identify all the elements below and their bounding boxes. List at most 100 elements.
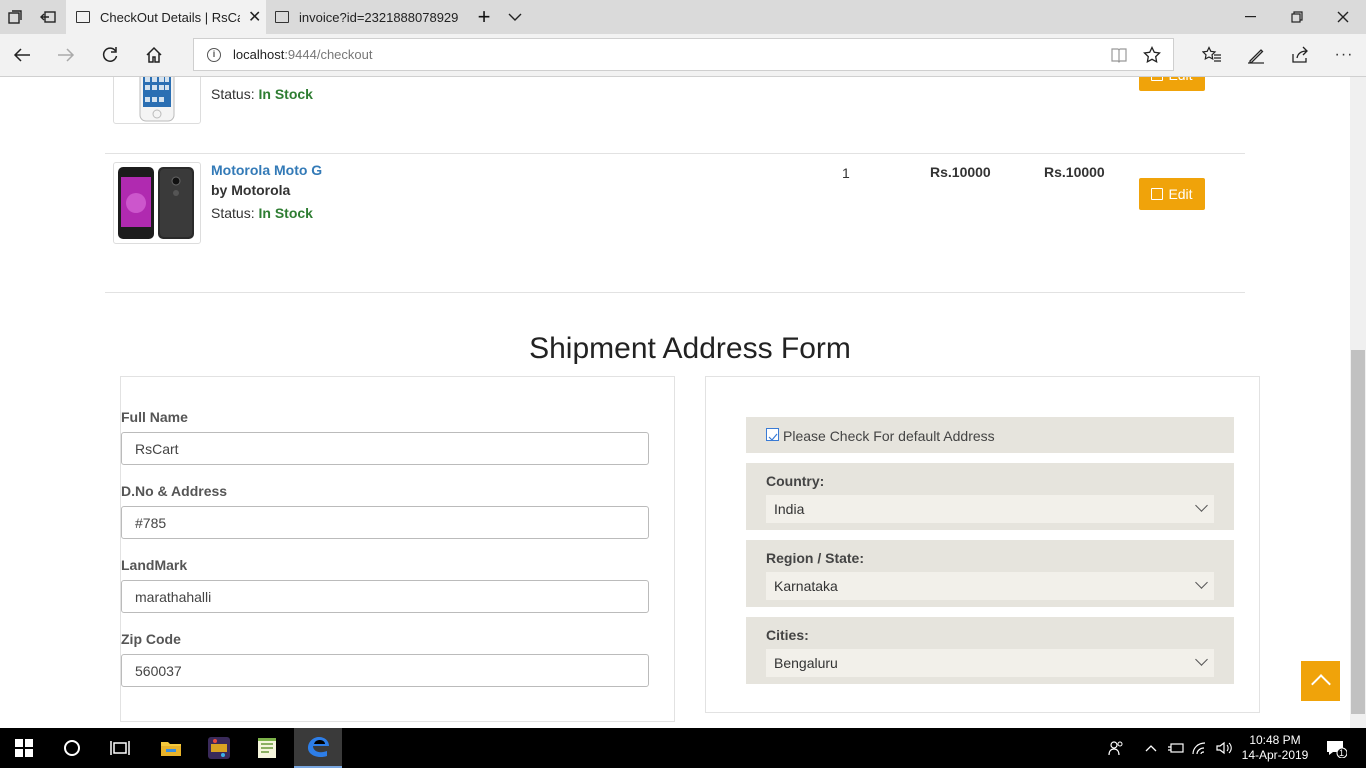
chevron-down-icon bbox=[1195, 499, 1208, 512]
region-select[interactable]: Karnataka bbox=[766, 572, 1214, 600]
url-host: localhost bbox=[233, 47, 285, 62]
product-total: Rs.10000 bbox=[1044, 164, 1105, 180]
address-label: D.No & Address bbox=[121, 483, 228, 499]
product-status: Status: In Stock bbox=[211, 205, 313, 221]
cities-select[interactable]: Bengaluru bbox=[766, 649, 1214, 677]
battery-icon[interactable] bbox=[1164, 728, 1188, 768]
show-hidden-icons-icon[interactable] bbox=[1140, 728, 1162, 768]
product-image-iphone bbox=[113, 77, 201, 124]
chevron-down-icon[interactable] bbox=[500, 0, 530, 34]
chevron-down-icon bbox=[1195, 576, 1208, 589]
refresh-icon[interactable] bbox=[88, 34, 132, 76]
windows-taskbar: 10:48 PM 14-Apr-2019 1 bbox=[0, 728, 1366, 768]
new-tab-icon[interactable]: + bbox=[466, 0, 502, 34]
country-select[interactable]: India bbox=[766, 495, 1214, 523]
back-icon[interactable] bbox=[0, 34, 44, 76]
full-name-field[interactable] bbox=[121, 432, 649, 465]
product-quantity: 1 bbox=[842, 165, 850, 181]
status-value: In Stock bbox=[258, 205, 313, 221]
wifi-icon[interactable] bbox=[1188, 728, 1212, 768]
default-address-checkbox[interactable] bbox=[766, 428, 779, 441]
windows-start-icon[interactable] bbox=[0, 728, 48, 768]
home-icon[interactable] bbox=[132, 34, 176, 76]
region-box: Region / State: Karnataka bbox=[746, 540, 1234, 607]
country-label: Country: bbox=[766, 473, 825, 489]
tab-invoice[interactable]: invoice?id=2321888078929 bbox=[267, 0, 465, 34]
more-options-icon[interactable]: ··· bbox=[1322, 34, 1366, 76]
default-address-box: Please Check For default Address bbox=[746, 417, 1234, 453]
cortana-search-icon[interactable] bbox=[48, 728, 96, 768]
checkout-page: Status: In Stock Edit Motorola Moto G by… bbox=[0, 77, 1350, 728]
tab-checkout-label: CheckOut Details | RsCa bbox=[100, 9, 240, 25]
page-icon bbox=[275, 11, 289, 23]
page-icon bbox=[76, 11, 90, 23]
region-value: Karnataka bbox=[774, 578, 838, 594]
cities-box: Cities: Bengaluru bbox=[746, 617, 1234, 684]
action-center-icon[interactable]: 1 bbox=[1318, 728, 1354, 768]
scroll-to-top-button[interactable] bbox=[1301, 661, 1340, 701]
set-tabs-aside-icon[interactable] bbox=[30, 0, 66, 34]
notification-count: 1 bbox=[1339, 748, 1345, 758]
cities-value: Bengaluru bbox=[774, 655, 838, 671]
url-field[interactable]: i localhost:9444/checkout bbox=[193, 38, 1174, 71]
tab-invoice-label: invoice?id=2321888078929 bbox=[299, 9, 459, 25]
web-note-icon[interactable] bbox=[1234, 34, 1278, 76]
close-window-icon[interactable] bbox=[1320, 0, 1366, 34]
divider bbox=[105, 153, 1245, 154]
share-icon[interactable] bbox=[1278, 34, 1322, 76]
browser-tab-bar: CheckOut Details | RsCa ✕ invoice?id=232… bbox=[0, 0, 1366, 34]
full-name-label: Full Name bbox=[121, 409, 188, 425]
chevron-up-icon bbox=[1310, 674, 1331, 694]
edit-icon bbox=[1151, 77, 1164, 81]
clock-date: 14-Apr-2019 bbox=[1241, 748, 1309, 762]
address-bar: i localhost:9444/checkout ··· bbox=[0, 34, 1366, 77]
edit-button[interactable]: Edit bbox=[1139, 178, 1205, 210]
zip-code-label: Zip Code bbox=[121, 631, 181, 647]
restore-icon[interactable] bbox=[1274, 0, 1320, 34]
scrollbar-thumb[interactable] bbox=[1351, 350, 1365, 714]
clock[interactable]: 10:48 PM 14-Apr-2019 bbox=[1238, 728, 1312, 768]
chevron-down-icon bbox=[1195, 653, 1208, 666]
close-tab-icon[interactable]: ✕ bbox=[248, 7, 261, 27]
favorite-star-icon[interactable] bbox=[1143, 45, 1161, 67]
product-price: Rs.10000 bbox=[930, 164, 991, 180]
people-icon[interactable] bbox=[1104, 728, 1128, 768]
country-value: India bbox=[774, 501, 805, 517]
product-status: Status: In Stock bbox=[211, 86, 313, 102]
address-field[interactable] bbox=[121, 506, 649, 539]
divider bbox=[105, 292, 1245, 293]
site-info-icon[interactable]: i bbox=[207, 47, 221, 62]
address-panel: Full Name D.No & Address LandMark Zip Co… bbox=[120, 376, 675, 722]
cities-label: Cities: bbox=[766, 627, 809, 643]
product-brand: by Motorola bbox=[211, 182, 291, 198]
landmark-field[interactable] bbox=[121, 580, 649, 613]
status-value: In Stock bbox=[258, 86, 313, 102]
file-explorer-icon[interactable] bbox=[147, 728, 195, 768]
edit-button-label: Edit bbox=[1168, 186, 1193, 202]
minimize-icon[interactable] bbox=[1228, 0, 1274, 34]
tab-actions-icon[interactable] bbox=[0, 0, 30, 34]
favorites-hub-icon[interactable] bbox=[1190, 34, 1234, 76]
task-view-icon[interactable] bbox=[96, 728, 144, 768]
game-app-icon[interactable] bbox=[195, 728, 243, 768]
product-image-moto-g bbox=[113, 162, 201, 244]
edit-button-label: Edit bbox=[1168, 77, 1192, 83]
default-address-label: Please Check For default Address bbox=[783, 428, 995, 444]
region-label: Region / State: bbox=[766, 550, 865, 566]
form-title: Shipment Address Form bbox=[529, 332, 851, 365]
country-box: Country: India bbox=[746, 463, 1234, 530]
notepad-app-icon[interactable] bbox=[243, 728, 291, 768]
reading-view-icon[interactable] bbox=[1111, 47, 1127, 66]
status-label: Status: bbox=[211, 86, 255, 102]
forward-icon[interactable] bbox=[44, 34, 88, 76]
zip-code-field[interactable] bbox=[121, 654, 649, 687]
edit-button[interactable]: Edit bbox=[1139, 77, 1205, 91]
edit-icon bbox=[1151, 188, 1164, 200]
edge-browser-icon[interactable] bbox=[294, 728, 342, 768]
tab-checkout[interactable]: CheckOut Details | RsCa ✕ bbox=[66, 0, 266, 34]
volume-icon[interactable] bbox=[1212, 728, 1236, 768]
clock-time: 10:48 PM bbox=[1249, 733, 1301, 747]
product-name-link[interactable]: Motorola Moto G bbox=[211, 162, 322, 178]
location-panel: Please Check For default Address Country… bbox=[705, 376, 1260, 713]
url-path: :9444/checkout bbox=[284, 47, 373, 62]
